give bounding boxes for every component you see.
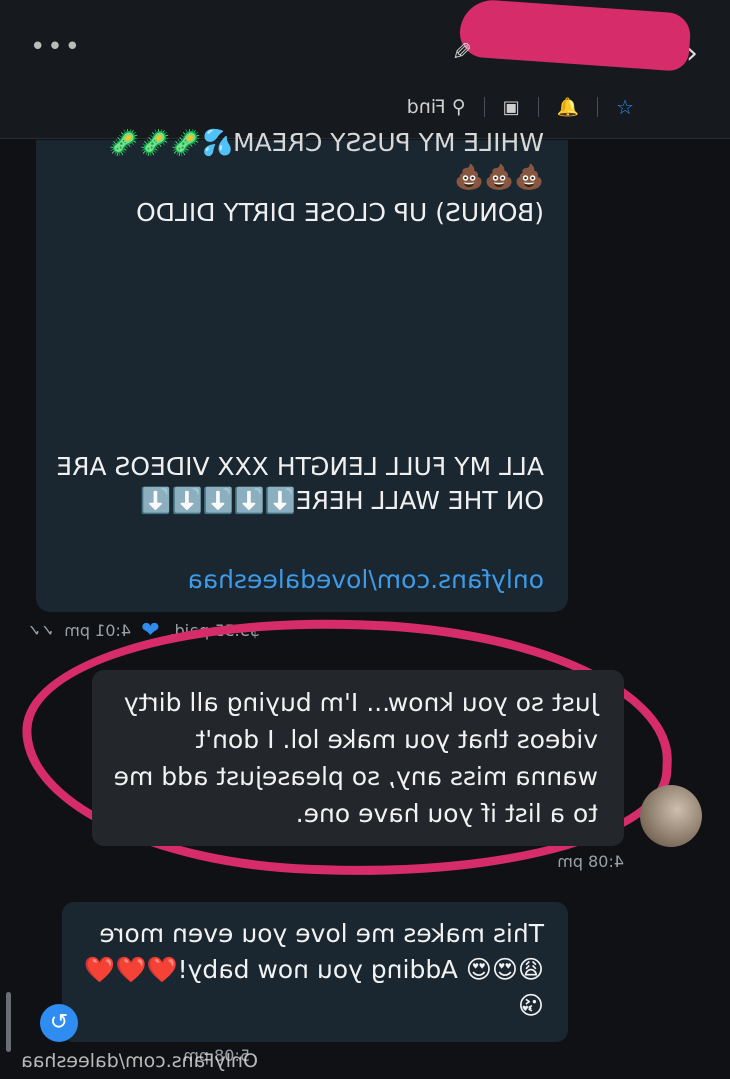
avatar[interactable]: [640, 785, 702, 847]
divider: [483, 97, 485, 117]
find-label: Find: [406, 96, 446, 118]
refresh-icon[interactable]: ↻: [40, 1004, 78, 1042]
scrollbar[interactable]: [6, 992, 11, 1052]
message-time: 4:01 pm: [64, 621, 132, 640]
message-line: 💩💩💩: [454, 163, 544, 191]
message-line: (BONUS) UP CLOSE DIRTY DILDO: [136, 198, 544, 227]
star-icon[interactable]: ☆: [616, 95, 634, 119]
watermark: OnlyFans.com/daleeshaa: [21, 1050, 258, 1072]
find-button[interactable]: ⚲ Find: [407, 96, 466, 118]
header-toolbar: ☆ 🔔 ▣ ⚲ Find: [407, 95, 634, 119]
incoming-message: This makes me love you even more 😩😍😍 Add…: [62, 902, 568, 1042]
incoming-message: WHILE MY PUSSY CREAM💦🦠🦠🦠 💩💩💩 (BONUS) UP …: [36, 128, 568, 612]
more-horizontal-icon[interactable]: •••: [28, 32, 80, 62]
double-check-icon: ✓✓: [27, 621, 55, 640]
image-icon[interactable]: ▣: [503, 97, 520, 118]
chat-header: ‹ ✎ ••• ☆ 🔔 ▣ ⚲ Find: [0, 0, 730, 139]
bell-icon[interactable]: 🔔: [557, 97, 579, 118]
message-line: WHILE MY PUSSY CREAM💦🦠🦠🦠: [108, 128, 545, 157]
chat-screen: ‹ ✎ ••• ☆ 🔔 ▣ ⚲ Find WHILE MY PUSSY CREA…: [0, 0, 730, 1079]
divider: [597, 97, 599, 117]
redacted-username: [458, 0, 692, 72]
pencil-icon[interactable]: ✎: [452, 38, 472, 66]
divider: [537, 97, 539, 117]
search-icon: ⚲: [451, 96, 466, 118]
message-line: ALL MY FULL LENGTH XXX VIDEOS ARE ON THE…: [56, 452, 544, 515]
profile-link[interactable]: onlyfans.com/lovedaleeshaa: [188, 563, 544, 597]
message-time: 4:08 pm: [557, 852, 624, 871]
message-text: This makes me love you even more 😩😍😍 Add…: [84, 919, 544, 1020]
message-text: Just so you know... I'm buying all dirty…: [113, 688, 598, 828]
outgoing-message: Just so you know... I'm buying all dirty…: [92, 670, 624, 846]
